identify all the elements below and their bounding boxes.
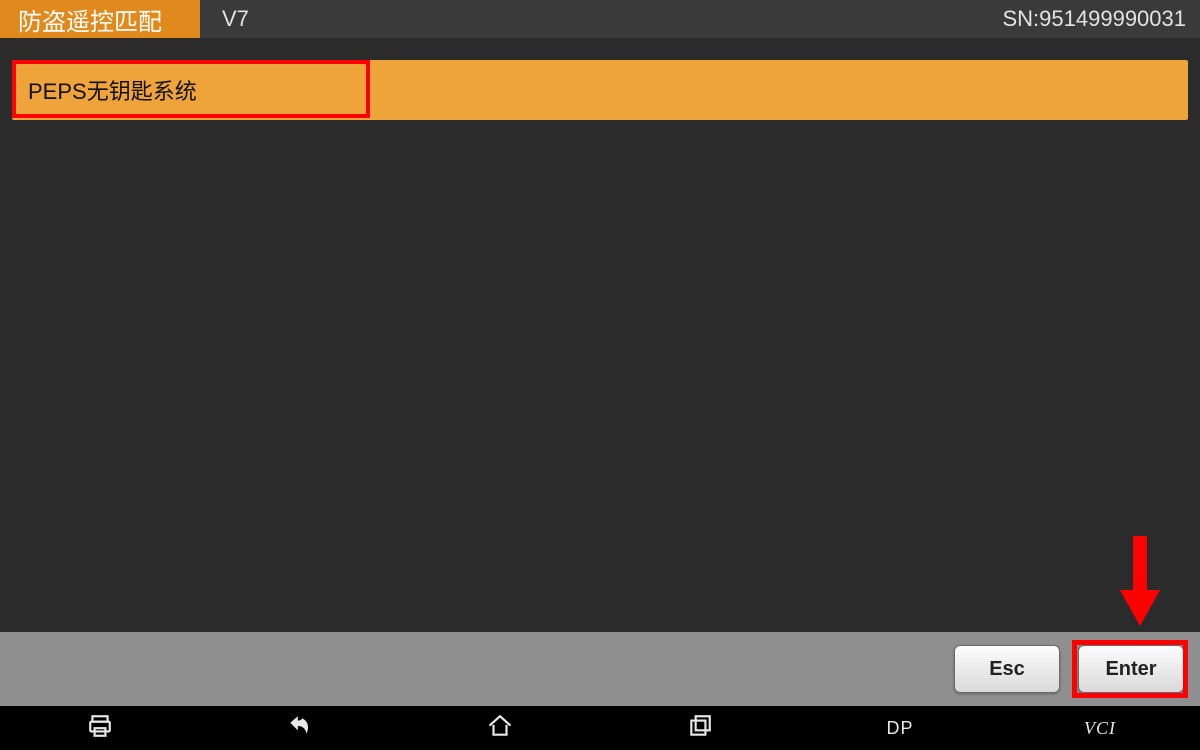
main-content: PEPS无钥匙系统 bbox=[0, 38, 1200, 632]
back-icon bbox=[287, 713, 313, 744]
app-title: 防盗遥控匹配 bbox=[0, 0, 200, 38]
header-bar: 防盗遥控匹配 V7 SN:951499990031 bbox=[0, 0, 1200, 38]
enter-button[interactable]: Enter bbox=[1078, 645, 1184, 693]
dp-label: DP bbox=[886, 718, 913, 739]
home-icon bbox=[487, 713, 513, 744]
footer-button-bar: Esc Enter bbox=[0, 632, 1200, 706]
serial-number: SN:951499990031 bbox=[989, 0, 1200, 38]
menu-item-peps[interactable]: PEPS无钥匙系统 bbox=[12, 60, 1188, 120]
nav-print[interactable] bbox=[0, 713, 200, 744]
printer-icon bbox=[87, 713, 113, 744]
nav-home[interactable] bbox=[400, 713, 600, 744]
nav-back[interactable] bbox=[200, 713, 400, 744]
recent-apps-icon bbox=[687, 713, 713, 744]
version-label: V7 bbox=[200, 0, 271, 38]
nav-dp[interactable]: DP bbox=[800, 718, 1000, 739]
nav-recent[interactable] bbox=[600, 713, 800, 744]
esc-button[interactable]: Esc bbox=[954, 645, 1060, 693]
annotation-arrow-icon bbox=[1120, 536, 1160, 626]
nav-vci[interactable]: VCI bbox=[1000, 718, 1200, 739]
bottom-nav: DP VCI bbox=[0, 706, 1200, 750]
vci-label: VCI bbox=[1084, 718, 1116, 739]
menu-item-label: PEPS无钥匙系统 bbox=[28, 79, 197, 104]
